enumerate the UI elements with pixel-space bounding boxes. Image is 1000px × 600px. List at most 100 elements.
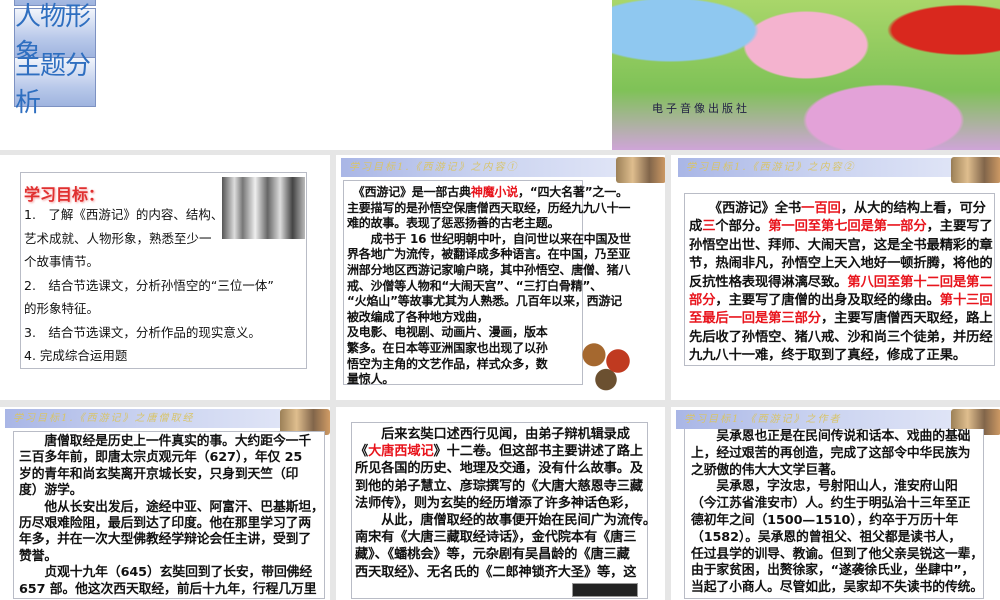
- text-line: 到他的弟子慧立、彦琮撰写的《大唐大慈恩寺三藏: [355, 478, 647, 495]
- slide-banner: 学习目标1.《西游记》之内容②: [678, 158, 953, 177]
- text-line: 吴承恩，字汝忠，号射阳山人，淮安府山阳: [691, 479, 983, 496]
- text-line: 唐僧取经是历史上一件真实的事。大约距今一千: [19, 434, 324, 450]
- body-text: 被改编成了各种地方戏曲，: [347, 309, 489, 324]
- body-text: 反抗性格表现得淋漓尽致。: [689, 274, 848, 290]
- body-text: 到他的弟子慧立、彦琮撰写的《大唐大慈恩寺三藏: [355, 478, 643, 494]
- body-text: 当起了小商人。尽管如此，吴家却不失读书的传统。: [691, 580, 984, 596]
- pilgrims-illustration: [576, 330, 636, 392]
- text-line: 之骄傲的伟大大文学巨著。: [691, 463, 983, 480]
- body-text: 洲部分地区西游记家喻户晓，其中孙悟空、唐僧、猪八: [347, 262, 631, 277]
- body-text: 《: [355, 444, 369, 460]
- body-text: 三百多年前，即唐太宗贞观元年（627），年仅 25: [19, 450, 303, 466]
- text-line: 洲部分地区西游记家喻户晓，其中孙悟空、唐僧、猪八: [347, 263, 630, 279]
- body-text: 他从长安出发后，途经中亚、阿富汗、巴基斯坦，: [19, 499, 324, 515]
- body-text: 界各地广为流传，被翻译成多种语言。在中国，乃至亚: [347, 247, 631, 262]
- nav-button-theme[interactable]: 主题分析: [14, 51, 96, 118]
- body-text: 》十二卷。但这部书主要讲述了路上: [433, 444, 644, 460]
- body-text: 南宋有《大唐三藏取经诗话》，金代院本有《唐三: [355, 530, 637, 546]
- slide-legend-spread[interactable]: 后来玄奘口述西行见闻，由弟子辩机辑录成 《大唐西域记》十二卷。但这部书主要讲述了路…: [336, 407, 665, 600]
- text-line: 及电影、电视剧、动画片、漫画，版本: [347, 325, 582, 341]
- text-line: 戒、沙僧等人物和“大闹天宫”、“三打白骨精”、: [347, 279, 602, 295]
- cover-illustration: 电子音像出版社: [612, 0, 1000, 150]
- body-text: 量惊人。: [347, 372, 395, 387]
- body-text: 《西游记》是一部古典: [347, 185, 471, 199]
- text-line: 吴承恩也正是在民间传说和话本、戏曲的基础: [691, 429, 983, 446]
- highlight-text: 第八回至第十二回是第二: [847, 274, 993, 290]
- text-line: 赞誉。: [19, 549, 324, 565]
- slide-learning-goals[interactable]: 学习目标： 1. 了解《西游记》的内容、结构、 艺术成就、人物形象，熟悉至少一 个故…: [0, 155, 330, 400]
- text-line: 节，热闹非凡，孙悟空上天入地好一顿折腾，将他的: [689, 255, 994, 273]
- text-line: 至最后一回是第三部分，主要写唐僧西天取经，路上: [689, 310, 994, 328]
- highlight-text: 第一回至第七回是第一部分: [768, 219, 927, 235]
- body-text: 之骄傲的伟大大文学巨著。: [691, 462, 844, 478]
- text-line: 由于家贫困，出赘徐家，“遂袭徐氏业，坐肆中”，: [691, 563, 983, 580]
- body-text: ，“四大名著”之一。: [518, 185, 628, 199]
- text-line: 贞观十九年（645）玄奘回到了长安，带回佛经: [19, 565, 324, 581]
- text-line: 西天取经》、无名氏的《二郎神锁齐大圣》等，这: [355, 564, 647, 581]
- goal-item: 4. 完成综合运用题: [24, 348, 128, 363]
- slide-content-1[interactable]: 学习目标1.《西游记》之内容① 《西游记》是一部古典神魔小说，“四大名著”之一。…: [336, 155, 665, 400]
- body-text: 孙悟空出世、拜师、大闹天宫，这是全书最精彩的章: [689, 237, 993, 253]
- highlight-text: 三: [702, 219, 716, 235]
- body-text: 主要描写的是孙悟空保唐僧西天取经，历经九九八十一: [347, 200, 631, 215]
- text-line: 悟空为主角的文艺作品，样式众多，数: [347, 357, 582, 373]
- text-line: 岁的青年和尚玄奘离开京城长安，只身到天竺（印: [19, 467, 324, 483]
- highlight-text: 至最后一回是第三部分: [689, 311, 821, 327]
- body-text: 成书于 16 世纪明朝中叶，自问世以来在中国及世: [347, 231, 631, 246]
- text-line: 上，经过艰苦的再创造，完成了这部令中华民族为: [691, 446, 983, 463]
- slide-banner: 学习目标1.《西游记》之作者: [676, 410, 951, 429]
- text-line: 成三个部分。第一回至第七回是第一部分，主要写了: [689, 218, 994, 236]
- text-line: 部分，主要写了唐僧的出身及取经的缘由。第十三回: [689, 292, 994, 310]
- body-text: 难的故事。表现了惩恶扬善的古老主题。: [347, 216, 560, 231]
- highlight-text: 部分: [689, 293, 716, 309]
- text-line: 《西游记》全书一百回，从大的结构上看，可分: [689, 200, 994, 218]
- slide-author[interactable]: 学习目标1.《西游记》之作者 吴承恩也正是在民间传说和话本、戏曲的基础 上，经过艰…: [671, 407, 1000, 600]
- body-text: ，主要写了唐僧的出身及取经的缘由。: [715, 293, 940, 309]
- text-line: 藏》、《蟠桃会》等，元杂剧有吴昌龄的《唐三藏: [355, 546, 647, 563]
- text-line: 年多，并在一次大型佛教经学辩论会任主讲，受到了: [19, 532, 324, 548]
- body-text: 及电影、电视剧、动画片、漫画，版本: [347, 325, 548, 340]
- text-line: 历尽艰难险阻，最后到达了印度。他在那里学习了两: [19, 516, 324, 532]
- slide-text-box: 《西游记》是一部古典神魔小说，“四大名著”之一。 主要描写的是孙悟空保唐僧西天取经…: [343, 180, 631, 387]
- body-text: 贞观十九年（645）玄奘回到了长安，带回佛经: [19, 565, 313, 581]
- body-text: 岁的青年和尚玄奘离开京城长安，只身到天竺（印: [19, 466, 299, 482]
- text-line: 当起了小商人。尽管如此，吴家却不失读书的传统。: [691, 580, 983, 597]
- highlight-text: 一百回: [801, 201, 841, 216]
- slide-text-box: 吴承恩也正是在民间传说和话本、戏曲的基础 上，经过艰苦的再创造，完成了这部令中华民…: [684, 429, 984, 599]
- body-text: 吴承恩，字汝忠，号射阳山人，淮安府山阳: [691, 479, 958, 495]
- video-thumbnail[interactable]: [572, 583, 638, 597]
- text-line: “火焰山”等故事尤其为人熟悉。几百年以来，西游记: [347, 294, 622, 310]
- highlight-text: 大唐西域记: [368, 444, 434, 460]
- slide-tang-monk[interactable]: 学习目标1.《西游记》之唐僧取经 唐僧取经是历史上一件真实的事。大约距今一千 三百…: [0, 407, 330, 600]
- slide-content-2[interactable]: 学习目标1.《西游记》之内容② 《西游记》全书一百回，从大的结构上看，可分 成三个…: [671, 155, 1000, 400]
- text-line: 被改编成了各种地方戏曲，: [347, 310, 582, 326]
- text-line: 南宋有《大唐三藏取经诗话》，金代院本有《唐三: [355, 529, 647, 546]
- slide-text-box: 唐僧取经是历史上一件真实的事。大约距今一千 三百多年前，即唐太宗贞观元年（627）…: [13, 431, 325, 599]
- slide-title-nav[interactable]: 人物形象 主题分析 电子音像出版社: [0, 0, 1000, 150]
- body-text: ，从大的结构上看，可分: [840, 201, 986, 216]
- slide-text-box: 后来玄奘口述西行见闻，由弟子辩机辑录成 《大唐西域记》十二卷。但这部书主要讲述了路…: [351, 422, 656, 599]
- body-text: 《西游记》全书: [689, 201, 802, 216]
- body-text: 唐僧取经是历史上一件真实的事。大约距今一千: [19, 434, 312, 449]
- text-line: 三百多年前，即唐太宗贞观元年（627），年仅 25: [19, 450, 324, 466]
- text-line: 657 部。他这次西天取经，前后十九年，行程几万里: [19, 582, 324, 598]
- body-text: 657 部。他这次西天取经，前后十九年，行程几万里: [19, 581, 317, 597]
- body-text: ，主要写唐僧西天取经，路上: [820, 311, 993, 327]
- body-text: （1582）。吴承恩的曾祖父、祖父都是读书人，: [691, 529, 962, 545]
- highlight-text: 第十三回: [939, 293, 993, 309]
- body-text: 由于家贫困，出赘徐家，“遂袭徐氏业，坐肆中”，: [691, 563, 975, 579]
- body-text: 后来玄奘口述西行见闻，由弟子辩机辑录成: [355, 427, 630, 442]
- body-text: 吴承恩也正是在民间传说和话本、戏曲的基础: [691, 429, 971, 444]
- text-line: 孙悟空出世、拜师、大闹天宫，这是全书最精彩的章: [689, 237, 994, 255]
- body-text: 藏》、《蟠桃会》等，元杂剧有吴昌龄的《唐三藏: [355, 547, 630, 563]
- goal-item: 2. 结合节选课文，分析孙悟空的“三位一体”: [24, 277, 274, 293]
- text-line: 所见各国的历史、地理及交通，没有什么故事。及: [355, 460, 647, 477]
- text-line: 界各地广为流传，被翻译成多种语言。在中国，乃至亚: [347, 247, 630, 263]
- text-line: 后来玄奘口述西行见闻，由弟子辩机辑录成: [355, 426, 647, 443]
- text-line: 先后收了孙悟空、猪八戒、沙和尚三个徒弟，并历经: [689, 329, 994, 347]
- body-text: 历尽艰难险阻，最后到达了印度。他在那里学习了两: [19, 516, 312, 532]
- body-text: 个部分。: [715, 219, 769, 235]
- body-text: 悟空为主角的文艺作品，样式众多，数: [347, 356, 548, 371]
- text-line: 德初年之间（1500—1510），约卒于万历十年: [691, 513, 983, 530]
- text-line: 从此，唐僧取经的故事便开始在民间广为流传。: [355, 512, 656, 529]
